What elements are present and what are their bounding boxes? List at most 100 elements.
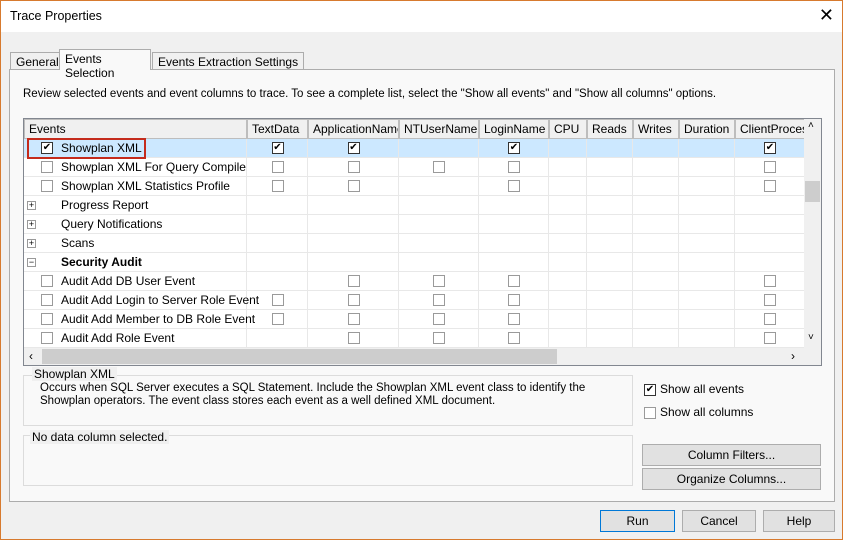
horizontal-scrollbar[interactable]: ‹ › bbox=[24, 348, 821, 365]
column-filters-button[interactable]: Column Filters... bbox=[642, 444, 821, 466]
column-checkbox-ntusername[interactable] bbox=[433, 161, 445, 173]
column-header-textdata[interactable]: TextData bbox=[247, 119, 308, 139]
column-checkbox-clientprocess[interactable] bbox=[764, 313, 776, 325]
column-checkbox-textdata[interactable] bbox=[271, 180, 284, 192]
category-row[interactable]: − Security Audit bbox=[24, 253, 805, 272]
column-checkbox-clientprocess[interactable] bbox=[764, 275, 776, 287]
column-checkbox-applicationname[interactable] bbox=[347, 180, 360, 192]
column-checkbox-textdata[interactable] bbox=[271, 313, 284, 325]
event-label: Showplan XML For Query Compile bbox=[61, 160, 246, 174]
column-header-duration[interactable]: Duration bbox=[679, 119, 735, 139]
column-checkbox-loginname[interactable] bbox=[508, 275, 520, 287]
column-checkbox-applicationname[interactable] bbox=[347, 313, 360, 325]
column-checkbox-clientprocess[interactable] bbox=[764, 294, 776, 306]
organize-columns-button[interactable]: Organize Columns... bbox=[642, 468, 821, 490]
column-checkbox-textdata[interactable]: ✔ bbox=[271, 142, 284, 154]
grid-cell bbox=[633, 310, 679, 329]
tab-general[interactable]: General bbox=[10, 52, 65, 70]
event-checkbox[interactable] bbox=[41, 332, 53, 344]
window-title: Trace Properties bbox=[10, 9, 102, 23]
grid-cell bbox=[587, 272, 633, 291]
column-checkbox-clientprocess[interactable]: ✔ bbox=[764, 142, 776, 154]
collapse-icon[interactable]: − bbox=[27, 258, 36, 267]
show-all-columns-option[interactable]: Show all columns bbox=[644, 405, 753, 419]
column-header-ntusername[interactable]: NTUserName bbox=[399, 119, 479, 139]
grid-cell bbox=[399, 215, 479, 234]
event-info-title: Showplan XML bbox=[32, 367, 117, 381]
column-header-clientprocess[interactable]: ClientProcess bbox=[735, 119, 805, 139]
grid-cell bbox=[549, 215, 587, 234]
column-checkbox-applicationname[interactable] bbox=[347, 275, 360, 287]
column-checkbox-clientprocess[interactable] bbox=[764, 161, 776, 173]
column-header-events[interactable]: Events bbox=[24, 119, 247, 139]
column-checkbox-loginname[interactable] bbox=[508, 294, 520, 306]
expand-icon[interactable]: + bbox=[27, 201, 36, 210]
grid-cell bbox=[587, 291, 633, 310]
tab-events-extraction-settings[interactable]: Events Extraction Settings bbox=[152, 52, 305, 70]
column-checkbox-textdata[interactable] bbox=[271, 161, 284, 173]
category-row[interactable]: + Progress Report bbox=[24, 196, 805, 215]
column-checkbox-ntusername[interactable] bbox=[433, 332, 445, 344]
column-checkbox-loginname[interactable] bbox=[508, 332, 520, 344]
show-all-events-label: Show all events bbox=[660, 382, 745, 396]
help-button[interactable]: Help bbox=[763, 510, 835, 532]
event-checkbox[interactable] bbox=[41, 161, 53, 173]
column-checkbox-applicationname[interactable] bbox=[347, 161, 360, 173]
column-header-writes[interactable]: Writes bbox=[633, 119, 679, 139]
grid-cell bbox=[735, 234, 805, 253]
show-all-events-checkbox[interactable]: ✔ bbox=[644, 383, 656, 396]
scroll-left-icon[interactable]: ‹ bbox=[29, 349, 33, 363]
vertical-scroll-thumb[interactable] bbox=[805, 181, 820, 202]
column-checkbox-loginname[interactable] bbox=[508, 161, 520, 173]
column-header-loginname[interactable]: LoginName bbox=[479, 119, 549, 139]
tab-events-selection[interactable]: Events Selection bbox=[59, 49, 151, 80]
column-checkbox-loginname[interactable] bbox=[508, 313, 520, 325]
event-label: Query Notifications bbox=[61, 217, 163, 231]
category-row[interactable]: + Query Notifications bbox=[24, 215, 805, 234]
scroll-right-icon[interactable]: › bbox=[791, 349, 795, 363]
column-header-applicationname[interactable]: ApplicationName bbox=[308, 119, 399, 139]
column-checkbox-ntusername[interactable] bbox=[433, 294, 445, 306]
column-checkbox-applicationname[interactable] bbox=[347, 332, 360, 344]
column-checkbox-loginname[interactable]: ✔ bbox=[508, 142, 520, 154]
column-checkbox-applicationname[interactable] bbox=[347, 294, 360, 306]
event-checkbox[interactable] bbox=[41, 294, 53, 306]
event-row[interactable]: Audit Add Role Event bbox=[24, 329, 805, 348]
column-checkbox-loginname[interactable] bbox=[508, 180, 520, 192]
column-checkbox-ntusername[interactable] bbox=[433, 313, 445, 325]
show-all-columns-label: Show all columns bbox=[660, 405, 754, 419]
event-row[interactable]: Audit Add DB User Event bbox=[24, 272, 805, 291]
vertical-scrollbar[interactable]: ˄ ˅ bbox=[804, 119, 821, 348]
grid-cell bbox=[633, 291, 679, 310]
event-checkbox[interactable] bbox=[41, 275, 53, 287]
event-row[interactable]: Showplan XML Statistics Profile bbox=[24, 177, 805, 196]
cancel-button[interactable]: Cancel bbox=[682, 510, 756, 532]
scroll-down-icon[interactable]: ˅ bbox=[808, 332, 814, 343]
event-row[interactable]: Audit Add Member to DB Role Event bbox=[24, 310, 805, 329]
column-checkbox-clientprocess[interactable] bbox=[764, 180, 776, 192]
run-button[interactable]: Run bbox=[600, 510, 675, 532]
close-icon[interactable]: ✕ bbox=[819, 5, 834, 26]
grid-cell bbox=[247, 215, 308, 234]
column-checkbox-ntusername[interactable] bbox=[433, 275, 445, 287]
expand-icon[interactable]: + bbox=[27, 239, 36, 248]
event-row[interactable]: Audit Add Login to Server Role Event bbox=[24, 291, 805, 310]
category-row[interactable]: + Scans bbox=[24, 234, 805, 253]
grid-cell bbox=[247, 234, 308, 253]
column-checkbox-textdata[interactable] bbox=[271, 294, 284, 306]
scroll-up-icon[interactable]: ˄ bbox=[808, 120, 814, 131]
show-all-columns-checkbox[interactable] bbox=[644, 406, 656, 419]
event-checkbox[interactable] bbox=[41, 313, 53, 325]
events-grid[interactable]: Events TextData ApplicationName NTUserName L… bbox=[23, 118, 822, 366]
event-row[interactable]: Showplan XML For Query Compile bbox=[24, 158, 805, 177]
show-all-events-option[interactable]: ✔ Show all events bbox=[644, 382, 744, 396]
column-checkbox-clientprocess[interactable] bbox=[764, 332, 776, 344]
column-checkbox-applicationname[interactable]: ✔ bbox=[347, 142, 360, 154]
grid-cell bbox=[679, 196, 735, 215]
expand-icon[interactable]: + bbox=[27, 220, 36, 229]
event-checkbox[interactable] bbox=[41, 180, 53, 192]
column-header-reads[interactable]: Reads bbox=[587, 119, 633, 139]
grid-cell bbox=[587, 158, 633, 177]
horizontal-scroll-thumb[interactable] bbox=[42, 349, 557, 364]
column-header-cpu[interactable]: CPU bbox=[549, 119, 587, 139]
